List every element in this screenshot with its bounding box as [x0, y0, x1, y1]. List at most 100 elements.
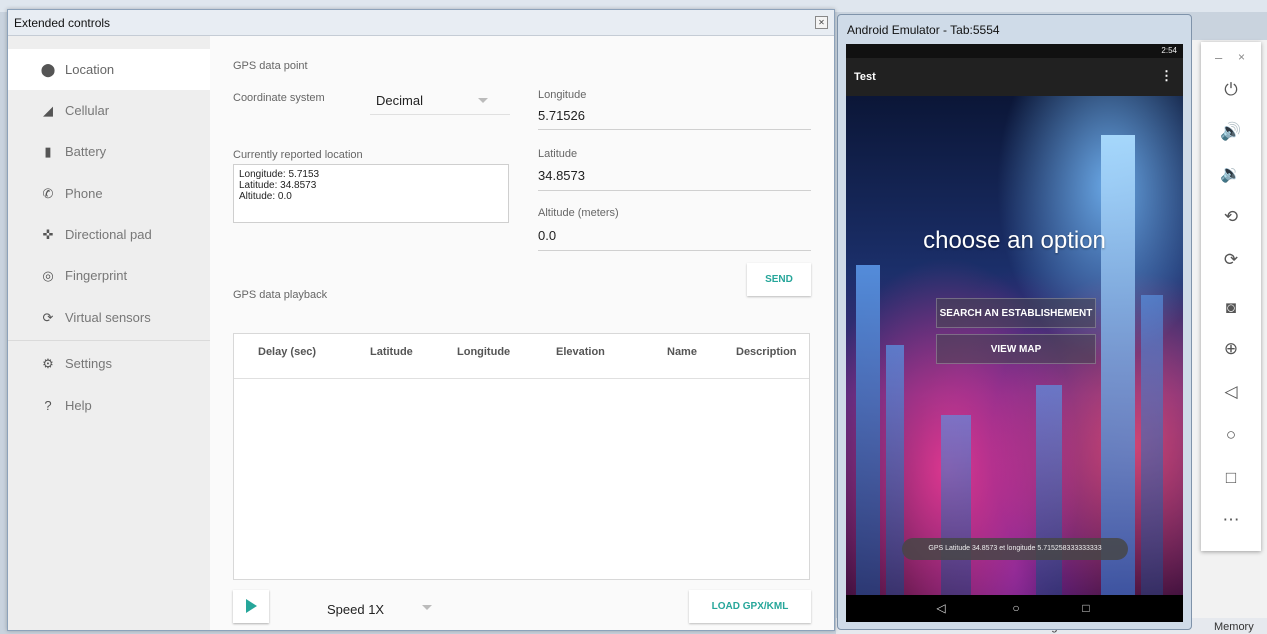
location-pin-icon: ⬤	[40, 61, 56, 77]
sidebar-item-label: Cellular	[65, 103, 110, 118]
volume-up-icon[interactable]: 🔊	[1201, 122, 1261, 142]
reported-location-box: Longitude: 5.7153 Latitude: 34.8573 Alti…	[233, 164, 509, 223]
chevron-down-icon[interactable]	[422, 605, 432, 610]
toast-message: GPS Latitude 34.8573 et longitude 5.7152…	[902, 538, 1128, 560]
zoom-icon[interactable]: ⊕	[1201, 339, 1261, 359]
back-icon[interactable]: ◁	[1201, 382, 1261, 402]
play-button[interactable]	[233, 590, 269, 623]
extended-controls-window: Extended controls ✕ ⬤ Location ◢ Cellula…	[7, 9, 835, 631]
rotate-left-icon[interactable]: ⟲	[1201, 207, 1261, 227]
column-header-delay[interactable]: Delay (sec)	[258, 346, 316, 358]
device-screen[interactable]: 2:54 Test ⋮ choose an option SEARCH AN E…	[846, 44, 1183, 622]
sidebar-item-settings[interactable]: ⚙ Settings	[8, 343, 210, 384]
column-header-name[interactable]: Name	[667, 346, 697, 358]
fingerprint-icon: ◎	[42, 267, 54, 283]
sidebar-item-label: Virtual sensors	[65, 310, 151, 325]
close-icon[interactable]: ✕	[815, 16, 828, 29]
table-header-divider	[234, 378, 809, 379]
choose-option-text: choose an option	[923, 227, 1106, 254]
column-header-elevation[interactable]: Elevation	[556, 346, 605, 358]
latitude-underline	[538, 190, 811, 191]
close-icon[interactable]: ×	[1238, 50, 1245, 64]
building-shape	[1141, 295, 1163, 595]
battery-icon: ▮	[44, 143, 52, 159]
building-shape	[1101, 135, 1135, 595]
reported-altitude: Altitude: 0.0	[239, 191, 292, 202]
longitude-underline	[538, 129, 811, 130]
building-shape	[1036, 385, 1062, 595]
sidebar-item-help[interactable]: ? Help	[8, 385, 210, 426]
altitude-label: Altitude (meters)	[538, 207, 619, 219]
sidebar-divider	[8, 340, 210, 341]
android-nav-bar: ◁ ○ □	[846, 595, 1183, 622]
power-icon[interactable]: ⏻	[1201, 80, 1261, 100]
latitude-label: Latitude	[538, 148, 578, 160]
nav-home-icon[interactable]: ○	[1006, 601, 1026, 615]
column-header-longitude[interactable]: Longitude	[457, 346, 510, 358]
location-panel: GPS data point Coordinate system Decimal…	[210, 36, 834, 630]
emulator-title: Android Emulator - Tab:5554	[847, 23, 1000, 37]
select-underline	[370, 114, 510, 115]
sidebar-item-battery[interactable]: ▮ Battery	[8, 131, 210, 172]
sidebar-item-label: Help	[65, 398, 92, 413]
building-shape	[856, 265, 880, 595]
view-map-button[interactable]: VIEW MAP	[936, 334, 1096, 364]
sidebar-item-label: Fingerprint	[65, 268, 128, 283]
cellular-signal-icon: ◢	[43, 102, 53, 118]
app-title: Test	[854, 71, 876, 83]
sidebar-item-label: Phone	[65, 186, 103, 201]
emulator-window: Android Emulator - Tab:5554 2:54 Test ⋮ …	[837, 14, 1192, 630]
sidebar-item-label: Directional pad	[65, 227, 152, 242]
sidebar: ⬤ Location ◢ Cellular ▮ Battery ✆ Phone …	[8, 36, 210, 630]
gear-icon: ⚙	[42, 355, 54, 371]
longitude-label: Longitude	[538, 89, 587, 101]
sidebar-item-label: Battery	[65, 144, 107, 159]
gps-playback-heading: GPS data playback	[233, 289, 328, 301]
sidebar-item-fingerprint[interactable]: ◎ Fingerprint	[8, 255, 210, 296]
dpad-icon: ✜	[42, 226, 54, 242]
nav-back-icon[interactable]: ◁	[931, 601, 951, 615]
volume-down-icon[interactable]: 🔉	[1201, 164, 1261, 184]
window-title: Extended controls	[8, 10, 834, 36]
longitude-input[interactable]: 5.71526	[538, 108, 585, 123]
search-establishment-button[interactable]: SEARCH AN ESTABLISHEMENT	[936, 298, 1096, 328]
overview-icon[interactable]: □	[1201, 468, 1261, 488]
sidebar-item-label: Location	[65, 62, 115, 77]
coordinate-system-label: Coordinate system	[233, 92, 325, 104]
load-gpx-kml-button[interactable]: LOAD GPX/KML	[689, 590, 811, 623]
coordinate-system-select[interactable]: Decimal	[376, 93, 423, 108]
camera-icon[interactable]: ◙	[1201, 298, 1261, 318]
overflow-menu-icon[interactable]: ⋮	[1160, 68, 1173, 84]
reported-longitude: Longitude: 5.7153	[239, 169, 320, 180]
sidebar-item-directional-pad[interactable]: ✜ Directional pad	[8, 214, 210, 255]
sidebar-item-phone[interactable]: ✆ Phone	[8, 173, 210, 214]
nav-recents-icon[interactable]: □	[1076, 601, 1096, 615]
chevron-down-icon[interactable]	[478, 98, 488, 103]
more-icon[interactable]: ⋯	[1201, 510, 1261, 530]
memory-tab[interactable]: Memory	[1214, 621, 1254, 633]
phone-icon: ✆	[42, 185, 54, 201]
building-shape	[886, 345, 904, 595]
send-button[interactable]: SEND	[747, 263, 811, 296]
play-icon	[246, 599, 257, 613]
status-bar: 2:54	[846, 44, 1183, 58]
sidebar-item-virtual-sensors[interactable]: ⟳ Virtual sensors	[8, 297, 210, 338]
column-header-latitude[interactable]: Latitude	[370, 346, 413, 358]
status-time: 2:54	[1161, 46, 1177, 55]
sidebar-item-cellular[interactable]: ◢ Cellular	[8, 90, 210, 131]
help-icon: ?	[44, 398, 52, 413]
home-icon[interactable]: ○	[1201, 425, 1261, 445]
reported-latitude: Latitude: 34.8573	[239, 180, 317, 191]
latitude-input[interactable]: 34.8573	[538, 168, 585, 183]
altitude-underline	[538, 250, 811, 251]
speed-select[interactable]: Speed 1X	[327, 602, 384, 617]
emulator-toolbar: – × ⏻ 🔊 🔉 ⟲ ⟳ ◙ ⊕ ◁ ○ □ ⋯	[1201, 42, 1261, 551]
app-bar: Test ⋮	[846, 58, 1183, 96]
minimize-icon[interactable]: –	[1215, 50, 1222, 65]
column-header-description[interactable]: Description	[736, 346, 797, 358]
altitude-input[interactable]: 0.0	[538, 228, 556, 243]
sidebar-item-location[interactable]: ⬤ Location	[8, 49, 210, 90]
gps-data-point-heading: GPS data point	[233, 60, 308, 72]
rotate-right-icon[interactable]: ⟳	[1201, 250, 1261, 270]
virtual-sensors-icon: ⟳	[42, 309, 54, 325]
